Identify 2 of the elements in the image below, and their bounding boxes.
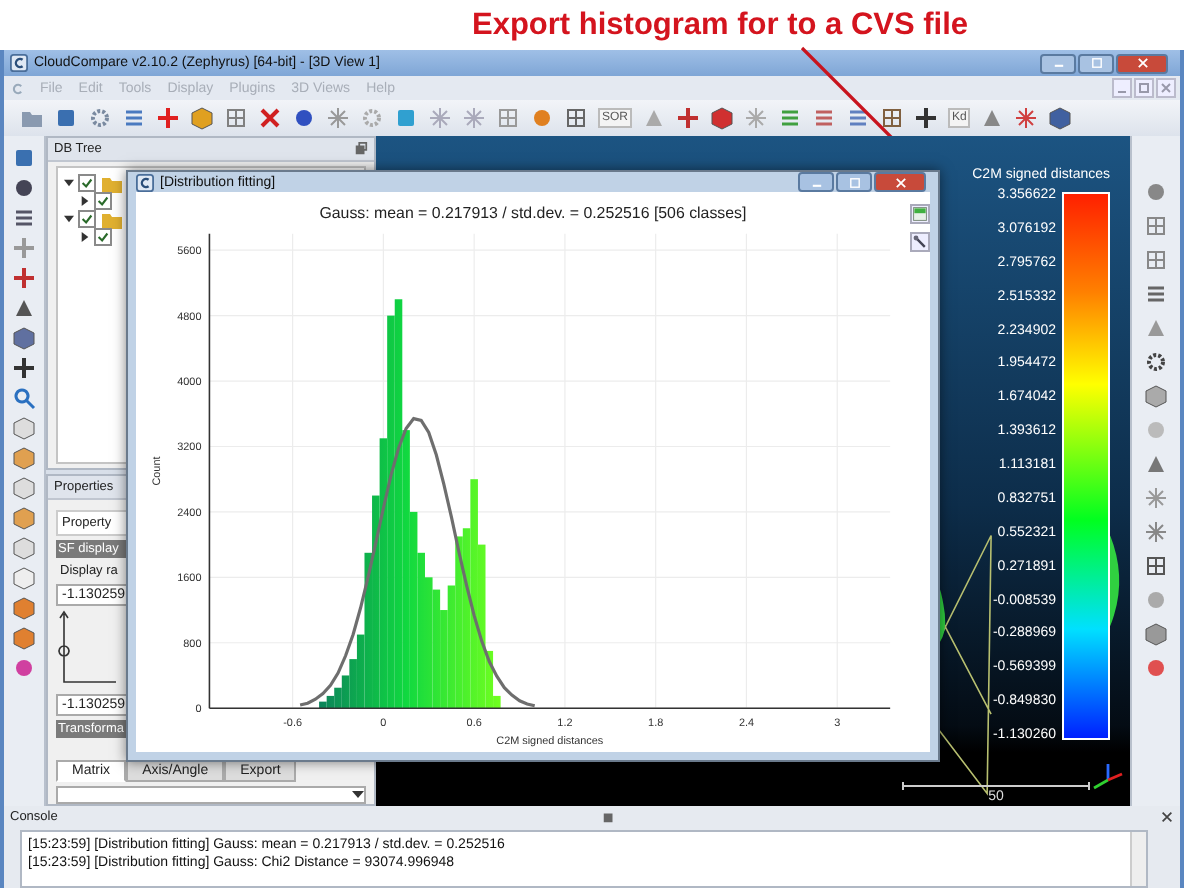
- chart-title: Gauss: mean = 0.217913 / std.dev. = 0.252516 [506 classes]: [319, 203, 747, 222]
- annotation-text: Export histogram for to a CVS file: [472, 7, 969, 43]
